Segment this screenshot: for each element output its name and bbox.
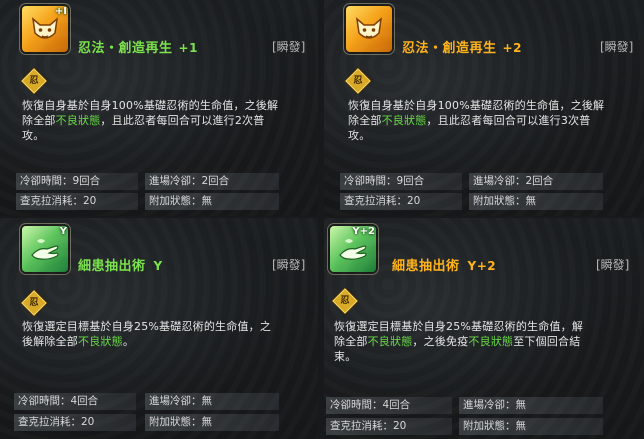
icon-badge: Y+2 (352, 226, 375, 237)
ninja-emblem-icon: 忍 (21, 290, 47, 316)
ninja-emblem-icon: 忍 (21, 68, 47, 94)
fox-face-icon (355, 17, 383, 39)
stat-entry-cooldown: 進場冷卻：2回合 (469, 173, 603, 190)
stat-extra-status: 附加狀態：無 (145, 193, 279, 210)
skill-name: 忍法・創造再生 (402, 41, 497, 56)
stat-cooldown: 冷卻時間：4回合 (326, 397, 452, 414)
stat-cooldown: 冷卻時間：9回合 (16, 173, 138, 190)
skill-title: 忍法・創造再生 +1 (78, 37, 198, 56)
instant-cast-label: [瞬發] (272, 40, 306, 54)
instant-cast-label: [瞬發] (272, 258, 306, 272)
icon-badge: Y (59, 226, 67, 237)
stat-extra-status: 附加狀態：無 (459, 418, 603, 435)
ninja-emblem-icon: 忍 (332, 288, 358, 314)
healing-hand-icon (339, 239, 367, 260)
icon-badge: +I (54, 6, 67, 17)
skill-name: 細患抽出術 (78, 259, 146, 274)
skill-title: 細患抽出術 Y (78, 255, 163, 274)
ninja-emblem-icon: 忍 (345, 68, 371, 94)
skill-name: 忍法・創造再生 (78, 41, 173, 56)
stat-cooldown: 冷卻時間：9回合 (340, 173, 462, 190)
skill-description: 恢復選定目標基於自身25%基礎忍術的生命值，解 除全部不良狀態，之後免疫不良狀態… (334, 320, 584, 363)
skill-title: 細患抽出術 Y+2 (392, 255, 496, 274)
status-keyword: 不良狀態 (78, 335, 123, 348)
stat-chakra-cost: 查克拉消耗：20 (14, 414, 136, 431)
skill-icon-fox-1[interactable]: +I (22, 6, 68, 52)
stat-extra-status: 附加狀態：無 (145, 414, 279, 431)
skill-icon-hand-2[interactable]: Y+2 (330, 226, 376, 272)
stat-entry-cooldown: 進場冷卻：無 (145, 393, 279, 410)
skill-level: Y (153, 259, 163, 273)
skill-card-3: Y 細患抽出術 Y [瞬發] 忍 恢復選定目標基於自身25%基礎忍術的生命值，之 … (0, 218, 318, 439)
status-keyword: 不良狀態 (367, 335, 413, 348)
status-keyword: 不良狀態 (381, 114, 427, 127)
fox-face-icon (31, 17, 59, 39)
skill-card-4: Y+2 細患抽出術 Y+2 [瞬發] 忍 恢復選定目標基於自身25%基礎忍術的生命… (324, 218, 644, 439)
stat-extra-status: 附加狀態：無 (469, 193, 603, 210)
skill-title: 忍法・創造再生 +2 (402, 37, 522, 56)
skill-description: 恢復自身基於自身100%基礎忍術的生命值，之後解 除全部不良狀態，且此忍者每回合… (22, 99, 279, 142)
skill-name: 細患抽出術 (392, 259, 460, 274)
stat-cooldown: 冷卻時間：4回合 (14, 393, 136, 410)
skill-description: 恢復自身基於自身100%基礎忍術的生命值，之後解 除全部不良狀態，且此忍者每回合… (348, 99, 605, 142)
skill-card-2: 忍法・創造再生 +2 [瞬發] 忍 恢復自身基於自身100%基礎忍術的生命值，之後… (324, 0, 644, 216)
stat-entry-cooldown: 進場冷卻：2回合 (145, 173, 279, 190)
stat-chakra-cost: 查克拉消耗：20 (340, 193, 462, 210)
skill-icon-fox-2[interactable] (346, 6, 392, 52)
skill-level: +2 (502, 41, 522, 55)
skill-description: 恢復選定目標基於自身25%基礎忍術的生命值，之 後解除全部不良狀態。 (22, 320, 272, 348)
instant-cast-label: [瞬發] (600, 40, 634, 54)
stat-entry-cooldown: 進場冷卻：無 (459, 397, 603, 414)
instant-cast-label: [瞬發] (596, 258, 630, 272)
status-keyword: 不良狀態 (468, 335, 514, 348)
stat-chakra-cost: 查克拉消耗：20 (326, 418, 452, 435)
healing-hand-icon (31, 239, 59, 260)
skill-level: +1 (178, 41, 198, 55)
stat-chakra-cost: 查克拉消耗：20 (16, 193, 138, 210)
skill-level: Y+2 (467, 259, 497, 273)
status-keyword: 不良狀態 (55, 114, 101, 127)
skill-icon-hand-1[interactable]: Y (22, 226, 68, 272)
skill-card-1: +I 忍法・創造再生 +1 [瞬發] 忍 恢復自身基於自身100%基礎忍術的生命值… (0, 0, 318, 216)
